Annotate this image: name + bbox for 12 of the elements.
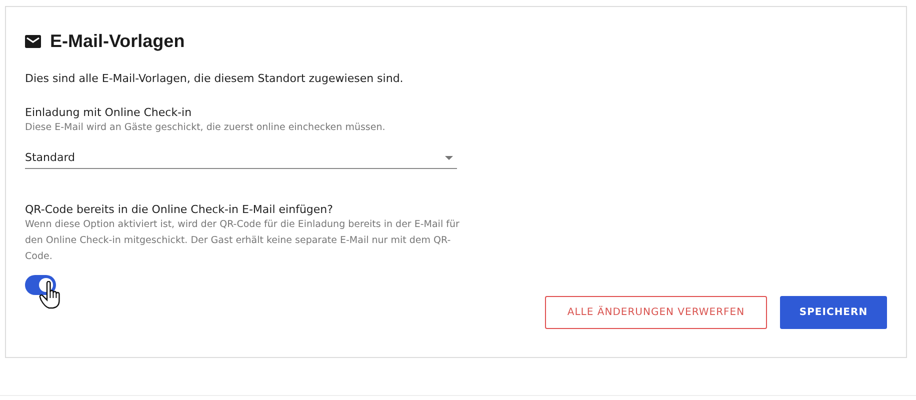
caret-icon	[445, 156, 453, 160]
field-hint: Diese E-Mail wird an Gäste geschickt, die zuerst online einchecken müssen.	[25, 122, 386, 133]
envelope-icon	[25, 35, 41, 48]
save-button[interactable]: SPEICHERN	[780, 296, 887, 329]
section-title: E-Mail-Vorlagen	[50, 31, 185, 52]
template-select[interactable]: Standard	[25, 149, 457, 169]
discard-button[interactable]: ALLE ÄNDERUNGEN VERWERFEN	[545, 296, 767, 329]
option-hint: Wenn diese Option aktiviert ist, wird der QR-Code für die Einladung bereits in der E-Mail für den Online Check-in mitgeschickt. Der Gast erhält keine separate E-Mail nur mit dem QR-Code.	[25, 218, 460, 264]
hand-cursor-icon	[39, 281, 61, 309]
field-label: Einladung mit Online Check-in	[25, 106, 193, 119]
option-label: QR-Code bereits in die Online Check-in E-Mail einfügen?	[25, 203, 334, 216]
section-description: Dies sind alle E-Mail-Vorlagen, die diesem Standort zugewiesen sind.	[25, 72, 404, 85]
